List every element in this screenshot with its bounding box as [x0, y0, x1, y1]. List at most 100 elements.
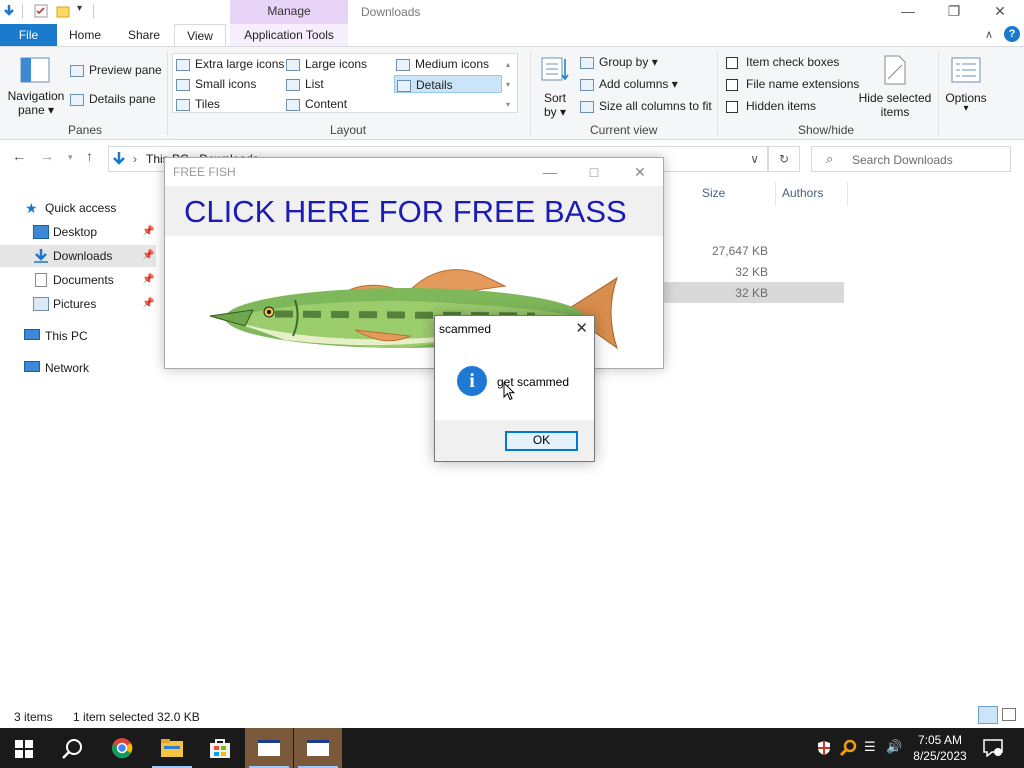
column-header-authors[interactable]: Authors	[782, 186, 823, 200]
layout-medium-icons[interactable]: Medium icons	[396, 55, 489, 73]
forward-arrow-icon[interactable]: →	[40, 148, 54, 164]
group-by-button[interactable]: Group by ▾	[580, 53, 658, 71]
back-arrow-icon[interactable]: ←	[12, 148, 26, 164]
layout-details[interactable]: Details	[394, 75, 502, 93]
chrome-taskbar-button[interactable]	[98, 728, 146, 768]
qat-divider-2	[93, 4, 94, 18]
nav-item-downloads[interactable]: Downloads 📌	[0, 245, 156, 267]
layout-large-icons[interactable]: Large icons	[286, 55, 367, 73]
tab-application-tools[interactable]: Application Tools	[230, 24, 348, 46]
nav-item-desktop[interactable]: Desktop 📌	[0, 221, 156, 243]
ribbon-tabs: File Home Share View Application Tools ∧…	[0, 24, 1024, 46]
checkbox-icon	[726, 56, 738, 69]
refresh-button[interactable]: ↻	[768, 146, 800, 172]
content-icon	[286, 98, 300, 111]
clock[interactable]: 7:05 AM 8/25/2023	[910, 732, 970, 764]
start-button[interactable]	[0, 728, 48, 768]
minimize-button[interactable]: —	[885, 0, 931, 24]
layout-list[interactable]: List	[286, 75, 324, 93]
layout-content[interactable]: Content	[286, 95, 347, 113]
group-separator	[530, 51, 531, 135]
search-input[interactable]: ⌕ Search Downloads	[811, 146, 1011, 172]
group-label-show-hide: Show/hide	[798, 123, 855, 137]
qat-customize-icon[interactable]: ▾	[77, 3, 82, 14]
search-taskbar-button[interactable]	[48, 728, 96, 768]
tab-view[interactable]: View	[174, 24, 226, 46]
small-icons-label: Small icons	[195, 77, 257, 91]
fish-close-button[interactable]: ✕	[617, 160, 663, 184]
checkbox-icon	[726, 100, 738, 113]
nav-item-this-pc[interactable]: This PC	[0, 325, 156, 347]
free-fish-taskbar-button[interactable]	[245, 728, 293, 768]
tab-home[interactable]: Home	[62, 24, 108, 46]
column-header-size[interactable]: Size	[702, 186, 725, 200]
hide-selected-items-button[interactable]: Hide selected items	[856, 53, 934, 119]
size-all-columns-button[interactable]: Size all columns to fit	[580, 97, 712, 115]
preview-pane-button[interactable]: Preview pane	[70, 61, 162, 79]
search-tool-icon[interactable]	[839, 739, 857, 757]
network-tray-icon[interactable]: ☰	[864, 739, 876, 755]
hidden-items-toggle[interactable]: Hidden items	[726, 97, 816, 115]
status-selection: 1 item selected 32.0 KB	[73, 710, 200, 724]
close-button[interactable]: ✕	[977, 0, 1023, 24]
help-icon[interactable]: ?	[1004, 26, 1020, 42]
details-view-icon[interactable]	[978, 706, 998, 724]
address-dropdown-icon[interactable]: ∨	[750, 152, 759, 166]
pin-icon[interactable]: 📌	[142, 269, 154, 291]
mouse-cursor-icon	[503, 382, 515, 401]
pin-icon[interactable]: 📌	[142, 293, 154, 315]
add-columns-button[interactable]: Add columns ▾	[580, 75, 678, 93]
nav-label: Desktop	[53, 225, 98, 239]
item-check-boxes-toggle[interactable]: Item check boxes	[726, 53, 839, 71]
up-arrow-icon[interactable]: ↑	[86, 148, 93, 164]
file-size-cell[interactable]: 27,647 KB	[658, 244, 768, 258]
manage-context-tab[interactable]: Manage	[230, 0, 348, 24]
ribbon-collapse-icon[interactable]: ∧	[985, 28, 993, 41]
nav-item-quick-access[interactable]: ★ Quick access	[0, 197, 156, 219]
hide-selected-label: Hide selected	[858, 91, 932, 105]
file-size-cell[interactable]: 32 KB	[658, 286, 768, 300]
fish-minimize-button[interactable]: —	[527, 160, 573, 184]
clock-time: 7:05 AM	[917, 733, 963, 747]
download-arrow-icon[interactable]	[2, 4, 16, 18]
restore-button[interactable]: ❐	[931, 0, 977, 24]
nav-item-pictures[interactable]: Pictures 📌	[0, 293, 156, 315]
large-icons-view-icon[interactable]	[1002, 708, 1016, 721]
nav-item-network[interactable]: Network	[0, 357, 156, 379]
nav-label: Pictures	[53, 297, 97, 311]
add-columns-label: Add columns ▾	[599, 77, 678, 91]
group-separator	[717, 51, 718, 135]
column-separator[interactable]	[847, 182, 848, 206]
gallery-scroll-icon[interactable]: ▴ ▾ ▾	[506, 55, 510, 115]
details-pane-button[interactable]: Details pane	[70, 90, 156, 108]
ok-button[interactable]: OK	[505, 431, 578, 451]
file-size-cell[interactable]: 32 KB	[658, 265, 768, 279]
layout-tiles[interactable]: Tiles	[176, 95, 220, 113]
group-separator	[938, 51, 939, 135]
options-button[interactable]: Options ▾	[940, 53, 992, 119]
dialog-close-button[interactable]: ✕	[575, 319, 588, 337]
layout-extra-large-icons[interactable]: Extra large icons	[176, 55, 284, 73]
tab-file[interactable]: File	[0, 24, 57, 46]
pin-icon[interactable]: 📌	[142, 245, 154, 267]
volume-icon[interactable]: 🔊	[886, 739, 902, 755]
nav-item-documents[interactable]: Documents 📌	[0, 269, 156, 291]
fish-maximize-button[interactable]: □	[571, 160, 617, 184]
security-shield-icon[interactable]	[816, 740, 832, 756]
file-explorer-taskbar-button[interactable]	[148, 728, 196, 768]
chrome-icon	[112, 738, 133, 759]
scammed-taskbar-button[interactable]	[294, 728, 342, 768]
pin-icon[interactable]: 📌	[142, 221, 154, 243]
new-folder-icon[interactable]	[56, 4, 70, 18]
properties-icon[interactable]	[34, 4, 48, 18]
store-taskbar-button[interactable]	[196, 728, 244, 768]
file-name-extensions-toggle[interactable]: File name extensions	[726, 75, 859, 93]
navigation-pane-button[interactable]: Navigation pane ▾	[6, 53, 66, 119]
recent-locations-icon[interactable]: ▾	[68, 152, 73, 163]
tab-share[interactable]: Share	[120, 24, 168, 46]
notifications-icon[interactable]	[983, 739, 1003, 757]
free-bass-link[interactable]: CLICK HERE FOR FREE BASS	[184, 194, 627, 230]
sort-by-button[interactable]: Sort by ▾	[536, 53, 574, 119]
layout-small-icons[interactable]: Small icons	[176, 75, 256, 93]
column-separator[interactable]	[775, 182, 776, 206]
